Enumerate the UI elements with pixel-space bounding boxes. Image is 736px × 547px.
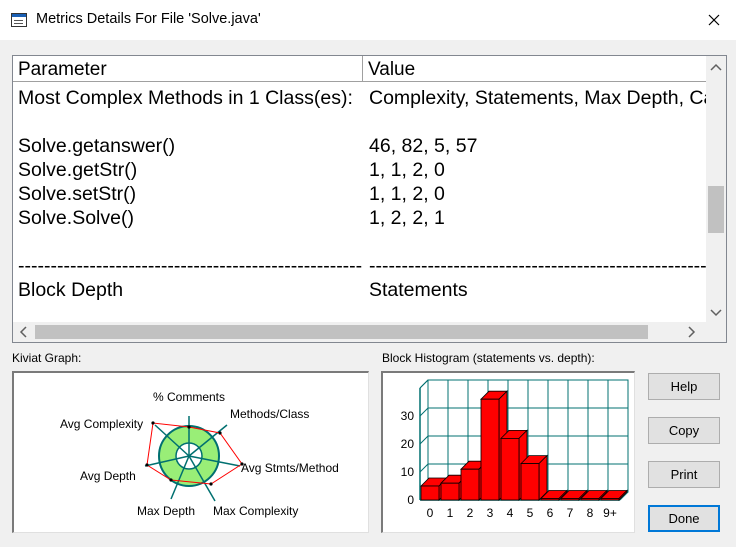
histogram-side-gridline — [419, 407, 429, 417]
histogram-xtick-label: 8 — [587, 506, 594, 520]
grid-header: Parameter Value — [13, 56, 706, 82]
row-parameter: ----------------------------------------… — [18, 255, 363, 277]
row-parameter: Solve.Solve() — [18, 207, 134, 229]
histogram-svg: 01020300 1 2 3 4 5 6 7 8 9+ — [401, 379, 629, 520]
table-row[interactable] — [13, 231, 706, 255]
column-header-parameter[interactable]: Parameter — [13, 56, 363, 81]
scroll-right-icon[interactable] — [687, 326, 697, 340]
close-icon[interactable] — [700, 6, 728, 34]
block-histogram: 0 10 20 30 0 1 2 3 4 5 6 7 8 9+ — [381, 371, 635, 533]
title-bar: Metrics Details For File 'Solve.java' — [0, 0, 736, 40]
horizontal-scroll-thumb[interactable] — [35, 325, 648, 339]
row-value: Statements — [369, 279, 468, 301]
kiviat-svg: % Comments Methods/Class Avg Stmts/Metho… — [60, 390, 339, 518]
app-window-icon — [11, 13, 27, 27]
histogram-left-top-edge — [419, 379, 429, 389]
histogram-label: Block Histogram (statements vs. depth): — [382, 351, 595, 365]
scrollbar-corner — [706, 322, 726, 342]
copy-button[interactable]: Copy — [648, 417, 720, 444]
kiviat-axis-methods-class: Methods/Class — [230, 407, 309, 421]
histogram-ytick-label: 30 — [401, 409, 415, 423]
table-row[interactable]: Solve.getanswer() 46, 82, 5, 57 — [13, 135, 706, 159]
row-value: Complexity, Statements, Max Depth, Calls — [369, 87, 706, 109]
histogram-xtick-label: 3 — [487, 506, 494, 520]
done-button[interactable]: Done — [648, 505, 720, 532]
row-parameter: Solve.setStr() — [18, 183, 137, 205]
histogram-xtick-label: 0 — [427, 506, 434, 520]
histogram-ytick-label: 20 — [401, 437, 415, 451]
vertical-scrollbar[interactable] — [706, 56, 726, 324]
table-row[interactable]: ----------------------------------------… — [13, 255, 706, 279]
table-row[interactable] — [13, 111, 706, 135]
table-row[interactable]: Block Depth Statements — [13, 279, 706, 303]
print-button[interactable]: Print — [648, 461, 720, 488]
kiviat-label: Kiviat Graph: — [12, 351, 82, 365]
scroll-down-icon[interactable] — [710, 306, 722, 320]
histogram-xtick-label: 2 — [467, 506, 474, 520]
histogram-ytick-label: 0 — [407, 493, 414, 507]
metrics-grid[interactable]: Parameter Value Most Complex Methods in … — [12, 55, 727, 343]
table-row[interactable]: Solve.Solve() 1, 2, 2, 1 — [13, 207, 706, 231]
kiviat-axis-avg-depth: Avg Depth — [80, 469, 136, 483]
row-value: ----------------------------------------… — [369, 255, 706, 277]
kiviat-axis-max-complexity: Max Complexity — [213, 504, 298, 518]
row-parameter: Block Depth — [18, 279, 124, 301]
horizontal-scrollbar[interactable] — [13, 322, 706, 342]
histogram-side-gridline — [419, 463, 429, 473]
vertical-scroll-thumb[interactable] — [708, 186, 724, 233]
window-title: Metrics Details For File 'Solve.java' — [36, 11, 261, 27]
histogram-xtick-label: 4 — [507, 506, 514, 520]
scroll-up-icon[interactable] — [710, 60, 722, 74]
kiviat-axis-comments: % Comments — [153, 390, 225, 404]
row-value: 1, 2, 2, 1 — [369, 207, 445, 229]
histogram-xtick-label: 7 — [567, 506, 574, 520]
scroll-left-icon[interactable] — [18, 326, 28, 340]
table-row[interactable]: Most Complex Methods in 1 Class(es): Comp… — [13, 87, 706, 111]
histogram-ytick-label: 10 — [401, 465, 415, 479]
row-value: 1, 1, 2, 0 — [369, 183, 445, 205]
table-row[interactable]: Solve.setStr() 1, 1, 2, 0 — [13, 183, 706, 207]
row-value: 1, 1, 2, 0 — [369, 159, 445, 181]
histogram-xtick-label: 1 — [447, 506, 454, 520]
kiviat-axis-avg-stmts: Avg Stmts/Method — [241, 461, 339, 475]
histogram-xtick-label: 5 — [527, 506, 534, 520]
row-value: 46, 82, 5, 57 — [369, 135, 478, 157]
row-parameter: Solve.getanswer() — [18, 135, 176, 157]
column-header-value[interactable]: Value — [363, 56, 706, 81]
histogram-side-gridline — [419, 435, 429, 445]
row-parameter: Solve.getStr() — [18, 159, 138, 181]
row-parameter: Most Complex Methods in 1 Class(es): — [18, 87, 353, 109]
help-button[interactable]: Help — [648, 373, 720, 400]
histogram-bar — [520, 454, 548, 501]
histogram-xtick-label: 9+ — [603, 506, 617, 520]
kiviat-axis-avg-complexity: Avg Complexity — [60, 417, 143, 431]
histogram-xtick-label: 6 — [547, 506, 554, 520]
kiviat-axis-max-depth: Max Depth — [137, 504, 195, 518]
kiviat-graph: % Comments Methods/Class Avg Stmts/Metho… — [12, 371, 369, 533]
table-row[interactable]: Solve.getStr() 1, 1, 2, 0 — [13, 159, 706, 183]
